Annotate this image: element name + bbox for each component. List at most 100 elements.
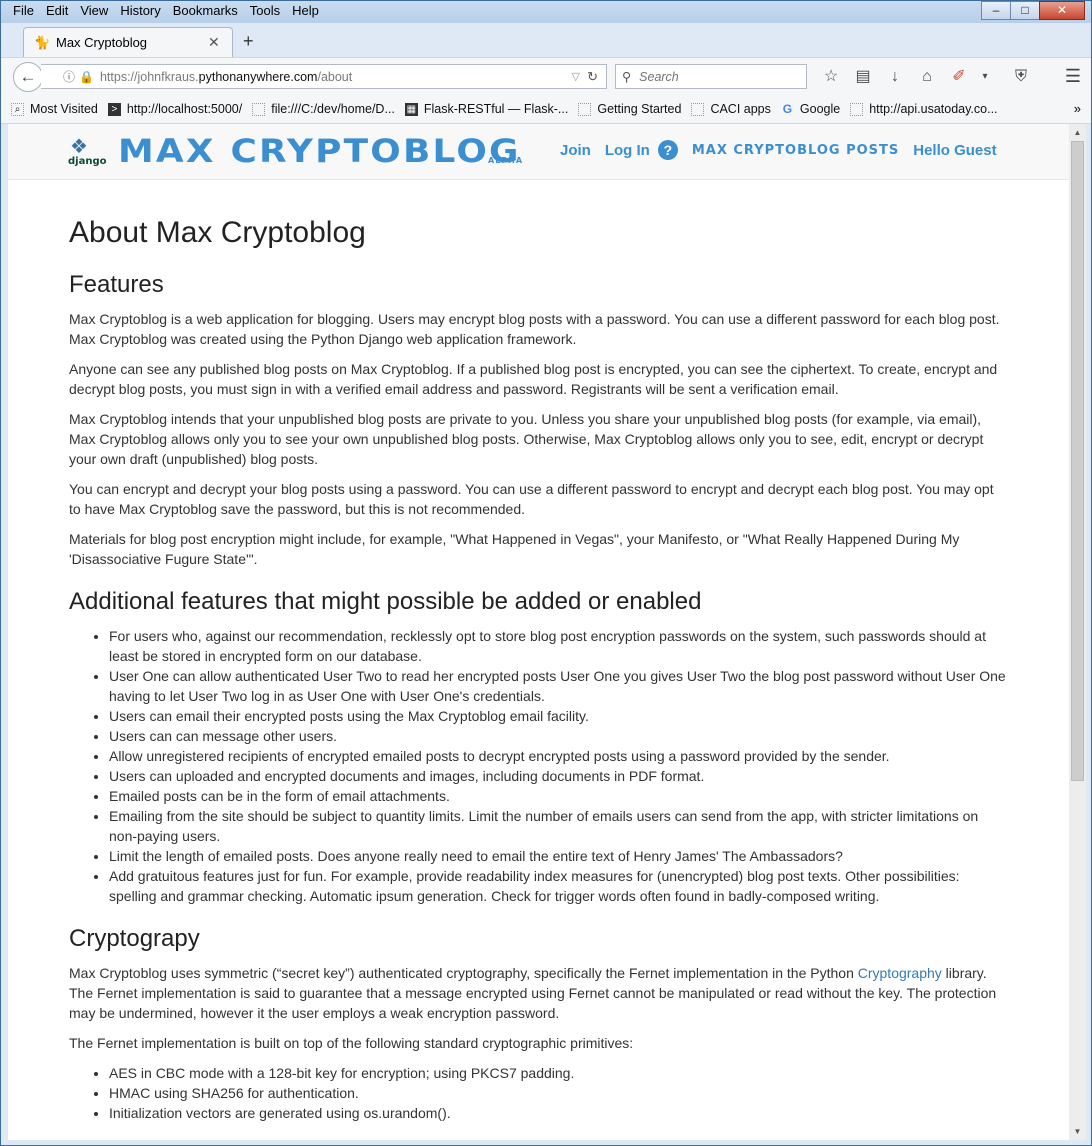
terminal-icon: >: [107, 102, 121, 116]
search-input[interactable]: [637, 68, 792, 85]
bookmark-google[interactable]: G Google: [781, 102, 840, 116]
cryptography-paragraph: Max Cryptoblog uses symmetric (“secret k…: [69, 965, 997, 1021]
features-paragraph: Max Cryptoblog intends that your unpubli…: [69, 411, 984, 467]
alpha-badge: ALPHA: [488, 156, 524, 165]
list-item: Users can can message other users.: [109, 726, 1009, 746]
join-link[interactable]: Join: [560, 142, 591, 159]
list-item: Add gratuitous features just for fun. Fo…: [109, 866, 1009, 906]
list-item: HMAC using SHA256 for authentication.: [109, 1083, 1009, 1103]
features-paragraph: Anyone can see any published blog posts …: [69, 361, 998, 397]
primitives-list: AES in CBC mode with a 128-bit key for e…: [69, 1063, 1009, 1123]
page-icon: [691, 102, 705, 116]
toolbar-icons: ☆ ▤ ↓ ⌂ ✐ ▾ ⛨: [815, 66, 1037, 88]
posts-link[interactable]: MAX CRYPTOBLOG POSTS: [692, 143, 899, 158]
main-content: About Max Cryptoblog Features Max Crypto…: [69, 216, 1009, 1133]
search-icon: ⚲: [622, 70, 632, 84]
hamburger-menu-icon[interactable]: ☰: [1065, 66, 1081, 87]
close-window-button[interactable]: ✕: [1039, 1, 1085, 20]
minimize-button[interactable]: –: [981, 1, 1011, 20]
list-item: Users can email their encrypted posts us…: [109, 706, 1009, 726]
download-icon[interactable]: ↓: [879, 66, 911, 88]
menu-edit[interactable]: Edit: [40, 3, 74, 18]
menu-history[interactable]: History: [114, 3, 166, 18]
tab-title: Max Cryptoblog: [56, 35, 148, 50]
menu-bookmarks[interactable]: Bookmarks: [167, 3, 244, 18]
menu-file[interactable]: File: [7, 3, 40, 18]
flask-icon: ▦: [404, 102, 418, 116]
list-item: Limit the length of emailed posts. Does …: [109, 846, 1009, 866]
cryptography-heading: Cryptograpy: [69, 925, 200, 952]
scrollbar-thumb[interactable]: [1071, 141, 1084, 781]
navigation-toolbar: ← ⓘ 🔒 https://johnfkraus.pythonanywhere.…: [1, 57, 1091, 96]
cryptography-link[interactable]: Cryptography: [858, 965, 942, 981]
vertical-scrollbar[interactable]: ▲ ▼: [1069, 124, 1086, 1140]
features-paragraph: You can encrypt and decrypt your blog po…: [69, 481, 994, 517]
list-item: Allow unregistered recipients of encrypt…: [109, 746, 1009, 766]
broom-icon[interactable]: ✐: [943, 66, 975, 88]
bookmark-flask-restful[interactable]: ▦ Flask-RESTful — Flask-...: [404, 102, 568, 116]
angular-shield-icon[interactable]: ⛨: [1005, 66, 1037, 88]
back-arrow-icon[interactable]: ←: [13, 62, 43, 92]
bookmark-most-visited[interactable]: ⌕ Most Visited: [11, 102, 98, 116]
google-icon: G: [782, 101, 793, 116]
bookmark-caci-apps[interactable]: CACI apps: [691, 102, 771, 116]
features-heading: Features: [69, 271, 164, 298]
site-nav-links: Join Log In ? MAX CRYPTOBLOG POSTS Hello…: [560, 140, 1011, 160]
home-icon[interactable]: ⌂: [911, 66, 943, 88]
most-visited-icon: ⌕: [11, 102, 24, 116]
bookmark-star-icon[interactable]: ☆: [815, 66, 847, 88]
url-text[interactable]: https://johnfkraus.pythonanywhere.com/ab…: [100, 70, 352, 84]
bookmarks-toolbar: ⌕ Most Visited > http://localhost:5000/ fi…: [1, 95, 1091, 124]
maximize-button[interactable]: □: [1010, 1, 1040, 20]
more-bookmarks-icon[interactable]: »: [1074, 101, 1081, 116]
additional-features-heading: Additional features that might possible …: [69, 588, 702, 615]
features-paragraph: Materials for blog post encryption might…: [69, 531, 960, 567]
info-icon[interactable]: ⓘ: [63, 68, 75, 85]
menu-view[interactable]: View: [74, 3, 114, 18]
django-logo[interactable]: ❖ django: [68, 134, 106, 170]
dropdown-arrow-icon[interactable]: ▾: [975, 66, 995, 88]
scroll-down-icon[interactable]: ▼: [1069, 1123, 1086, 1140]
list-item: For users who, against our recommendatio…: [109, 626, 1009, 666]
hello-guest-link[interactable]: Hello Guest: [913, 142, 996, 159]
bookmark-file[interactable]: file:///C:/dev/home/D...: [252, 102, 395, 116]
page-title: About Max Cryptoblog: [69, 216, 366, 249]
list-item: Users can uploaded and encrypted documen…: [109, 766, 1009, 786]
page-viewport: ❖ django MAX CRYPTOBLOG ALPHA Join Log I…: [8, 124, 1069, 1140]
title-bar: File Edit View History Bookmarks Tools H…: [1, 1, 1091, 23]
primitives-intro: The Fernet implementation is built on to…: [69, 1035, 634, 1051]
list-item: AES in CBC mode with a 128-bit key for e…: [109, 1063, 1009, 1083]
browser-window: File Edit View History Bookmarks Tools H…: [0, 0, 1092, 1146]
new-tab-icon[interactable]: +: [243, 31, 254, 52]
help-icon[interactable]: ?: [657, 140, 678, 160]
scroll-up-icon[interactable]: ▲: [1069, 124, 1086, 141]
list-item: Emailing from the site should be subject…: [109, 806, 1009, 846]
reading-list-icon[interactable]: ▤: [847, 66, 879, 88]
close-tab-icon[interactable]: ✕: [208, 34, 224, 51]
cat-favicon-icon: 🐈: [34, 34, 51, 50]
tab-strip: 🐈 Max Cryptoblog ✕ +: [1, 23, 1091, 57]
url-dropdown-icon[interactable]: ▽: [572, 70, 580, 83]
lock-icon: 🔒: [79, 69, 94, 84]
bookmark-localhost[interactable]: > http://localhost:5000/: [107, 102, 242, 116]
menu-bar: File Edit View History Bookmarks Tools H…: [7, 3, 325, 18]
search-bar[interactable]: ⚲: [615, 64, 807, 89]
list-item: Initialization vectors are generated usi…: [109, 1103, 1009, 1123]
url-bar[interactable]: ⓘ 🔒 https://johnfkraus.pythonanywhere.co…: [41, 64, 607, 89]
bookmark-usatoday[interactable]: http://api.usatoday.co...: [850, 102, 998, 116]
site-navbar: ❖ django MAX CRYPTOBLOG ALPHA Join Log I…: [8, 124, 1069, 180]
page-icon: [850, 102, 864, 116]
features-paragraph: Max Cryptoblog is a web application for …: [69, 311, 1000, 347]
list-item: Emailed posts can be in the form of emai…: [109, 786, 1009, 806]
bookmark-getting-started[interactable]: Getting Started: [578, 102, 681, 116]
menu-help[interactable]: Help: [286, 3, 325, 18]
additional-features-list: For users who, against our recommendatio…: [69, 626, 1009, 906]
login-link[interactable]: Log In: [605, 142, 650, 159]
site-brand[interactable]: MAX CRYPTOBLOG: [118, 132, 521, 170]
page-icon: [578, 102, 592, 116]
tab-max-cryptoblog[interactable]: 🐈 Max Cryptoblog ✕: [23, 27, 233, 57]
reload-icon[interactable]: ↻: [587, 69, 598, 85]
menu-tools[interactable]: Tools: [244, 3, 286, 18]
page-icon: [252, 102, 266, 116]
list-item: User One can allow authenticated User Tw…: [109, 666, 1009, 706]
